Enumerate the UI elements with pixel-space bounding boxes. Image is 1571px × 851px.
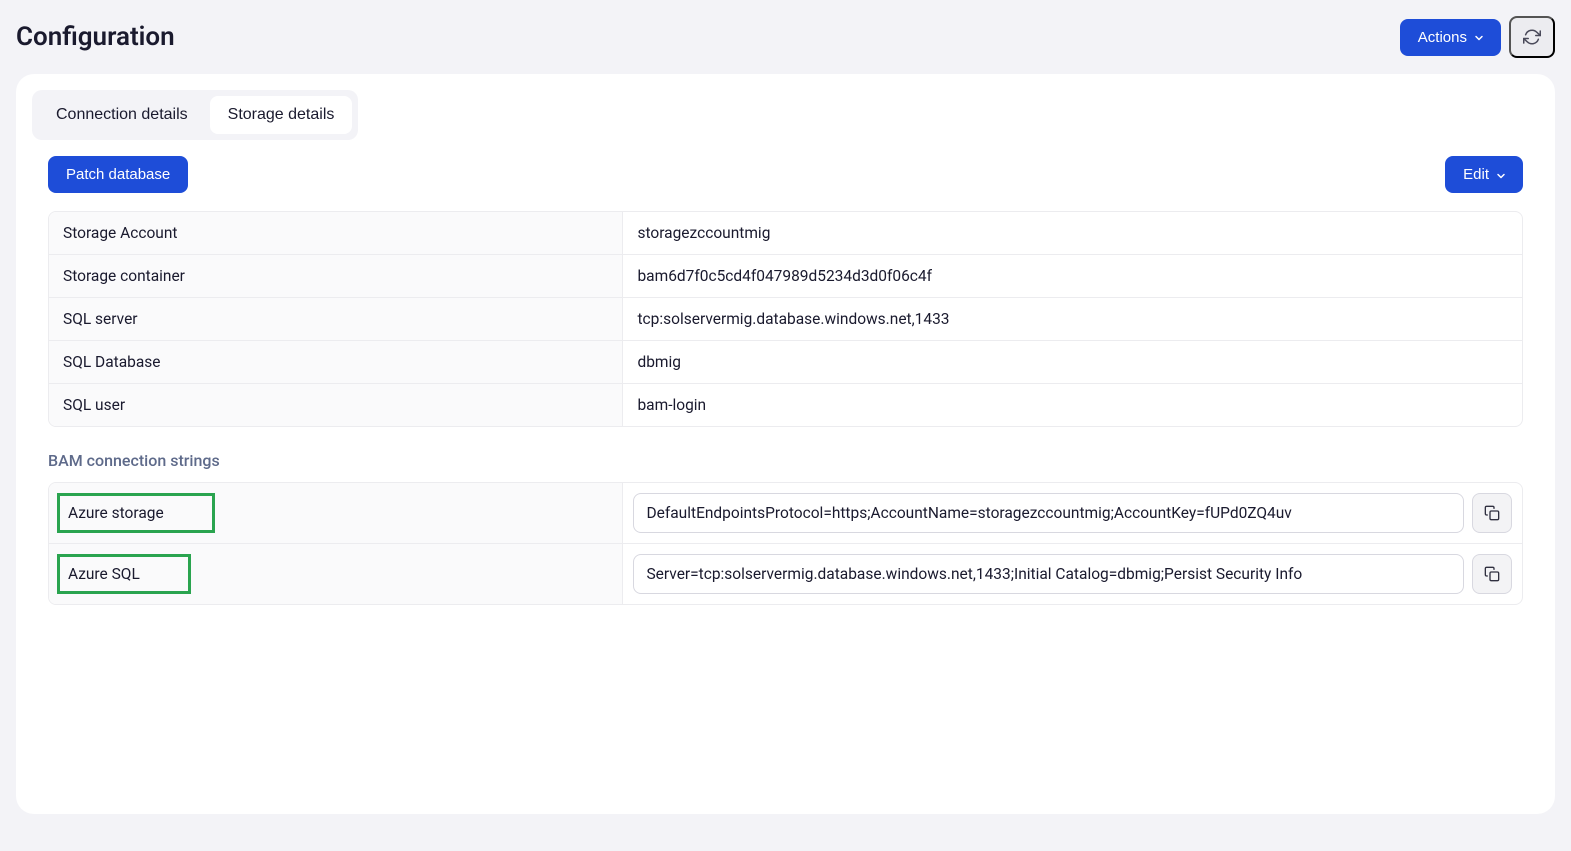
conn-label-cell: Azure SQL: [49, 544, 623, 604]
table-row: SQL Database dbmig: [49, 341, 1522, 384]
action-row: Patch database Edit: [16, 156, 1555, 211]
page-header: Configuration Actions: [0, 0, 1571, 66]
row-label: SQL user: [49, 384, 623, 426]
refresh-icon: [1523, 28, 1541, 46]
conn-label-highlight: Azure storage: [57, 493, 215, 533]
conn-row-azure-sql: Azure SQL: [49, 544, 1522, 604]
conn-value-cell: [623, 544, 1522, 604]
copy-icon: [1484, 566, 1500, 582]
page-title: Configuration: [16, 22, 175, 52]
table-row: Storage container bam6d7f0c5cd4f047989d5…: [49, 255, 1522, 298]
tab-connection-details[interactable]: Connection details: [38, 96, 206, 134]
actions-button[interactable]: Actions: [1400, 19, 1501, 56]
row-value: bam6d7f0c5cd4f047989d5234d3d0f06c4f: [623, 255, 1522, 297]
conn-value-cell: [623, 483, 1522, 543]
azure-sql-connection-input[interactable]: [633, 554, 1464, 594]
row-label: SQL Database: [49, 341, 623, 383]
refresh-button[interactable]: [1509, 16, 1555, 58]
table-row: Storage Account storagezccountmig: [49, 212, 1522, 255]
chevron-down-icon: [1473, 32, 1483, 42]
copy-azure-sql-button[interactable]: [1472, 554, 1512, 594]
row-label: Storage container: [49, 255, 623, 297]
row-label: SQL server: [49, 298, 623, 340]
row-value: tcp:solservermig.database.windows.net,14…: [623, 298, 1522, 340]
row-value: dbmig: [623, 341, 1522, 383]
copy-azure-storage-button[interactable]: [1472, 493, 1512, 533]
row-value: bam-login: [623, 384, 1522, 426]
edit-button-label: Edit: [1463, 166, 1489, 183]
header-actions: Actions: [1400, 16, 1555, 58]
copy-icon: [1484, 505, 1500, 521]
connection-strings-heading: BAM connection strings: [16, 427, 1555, 482]
edit-button[interactable]: Edit: [1445, 156, 1523, 193]
conn-label-cell: Azure storage: [49, 483, 623, 543]
tab-bar: Connection details Storage details: [32, 90, 358, 140]
azure-storage-connection-input[interactable]: [633, 493, 1464, 533]
config-card: Connection details Storage details Patch…: [16, 74, 1555, 814]
actions-button-label: Actions: [1418, 29, 1467, 46]
tab-storage-details[interactable]: Storage details: [210, 96, 353, 134]
table-row: SQL user bam-login: [49, 384, 1522, 426]
table-row: SQL server tcp:solservermig.database.win…: [49, 298, 1522, 341]
chevron-down-icon: [1495, 170, 1505, 180]
conn-row-azure-storage: Azure storage: [49, 483, 1522, 544]
storage-details-table: Storage Account storagezccountmig Storag…: [48, 211, 1523, 427]
connection-strings-table: Azure storage Azure SQL: [48, 482, 1523, 605]
patch-database-button[interactable]: Patch database: [48, 156, 188, 193]
conn-label-highlight: Azure SQL: [57, 554, 191, 594]
row-value: storagezccountmig: [623, 212, 1522, 254]
row-label: Storage Account: [49, 212, 623, 254]
